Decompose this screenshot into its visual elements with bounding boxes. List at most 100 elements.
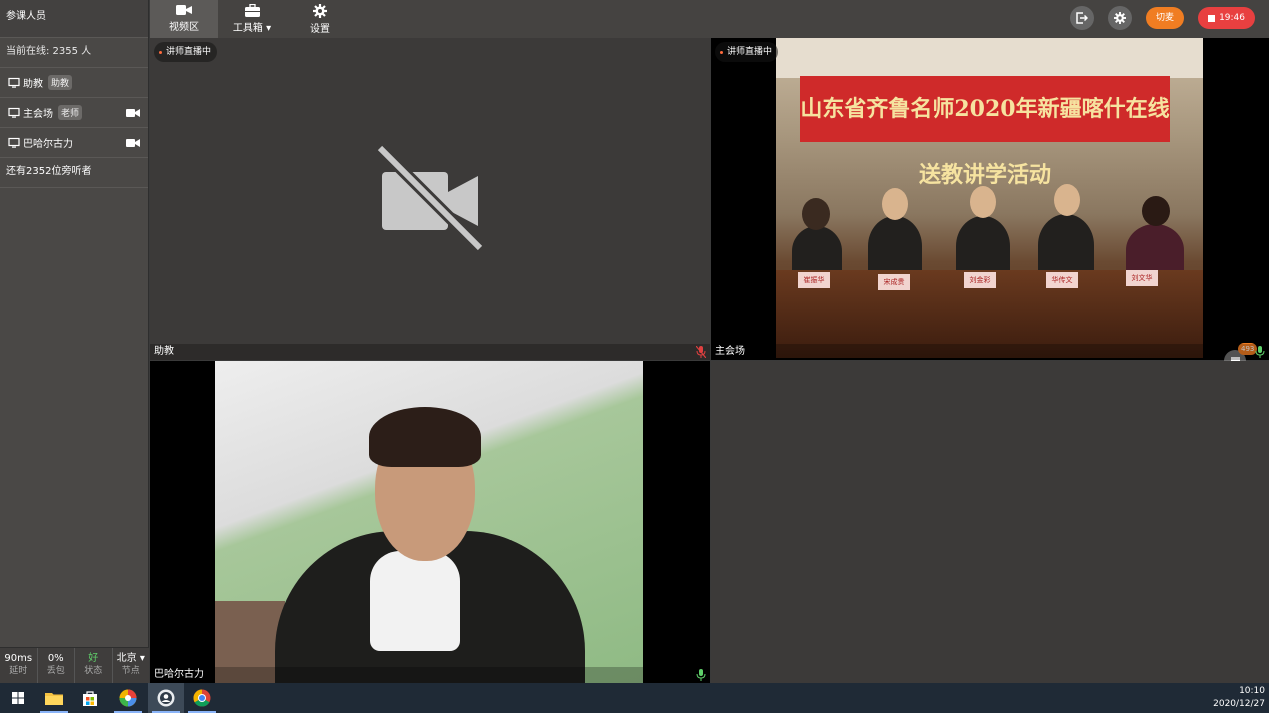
packet-loss-label: 丢包 xyxy=(46,666,65,676)
file-explorer-button[interactable] xyxy=(36,683,72,713)
color-app-button[interactable] xyxy=(110,683,146,713)
monitor-icon xyxy=(8,137,20,148)
folder-icon xyxy=(45,693,63,705)
toolbar-right-controls: 切麦 19:46 xyxy=(1056,6,1255,30)
ceiling xyxy=(776,38,1203,78)
status-value: 好 xyxy=(88,653,99,664)
briefcase-icon xyxy=(244,4,260,17)
status-stat: 好 状态 xyxy=(75,648,113,683)
clock-time: 10:10 xyxy=(1239,686,1265,696)
hair xyxy=(369,407,481,467)
nameplate: 宋成贵 xyxy=(878,274,910,290)
nameplate: 崔振华 xyxy=(798,272,830,288)
windows-taskbar: 10:10 2020/12/27 xyxy=(0,683,1269,713)
person xyxy=(868,216,922,276)
color-wheel-icon xyxy=(119,689,137,707)
person xyxy=(1038,214,1094,276)
tile-caption: 巴哈尔古力 xyxy=(150,667,710,683)
video-tile-assistant[interactable]: 讲师直播中 助教 xyxy=(150,38,710,360)
video-area-label: 视频区 xyxy=(169,22,199,33)
store-button[interactable] xyxy=(72,683,108,713)
nameplate: 华传文 xyxy=(1046,272,1078,288)
role-tag: 助教 xyxy=(48,75,73,90)
network-stats: 90ms 延时 0% 丢包 好 状态 北京 ▾ 节点 xyxy=(0,647,149,683)
live-badge: 讲师直播中 xyxy=(154,42,218,62)
mic-icon[interactable] xyxy=(696,669,706,681)
video-area-button[interactable]: 视频区 xyxy=(150,0,218,38)
participant-row-student[interactable]: 巴哈尔古力 xyxy=(0,128,148,158)
person xyxy=(956,216,1010,276)
sidebar-title: 参课人员 xyxy=(0,0,148,38)
node-label: 节点 xyxy=(121,666,140,676)
participant-name: 助教 xyxy=(23,79,43,90)
monitor-icon xyxy=(8,77,20,88)
role-tag: 老师 xyxy=(58,105,83,120)
meeting-app: 参课人员 当前在线: 2355 人 助教 助教 主会场 老师 巴哈尔古力 还有2… xyxy=(0,0,1269,683)
toolbox-label: 工具箱 ▾ xyxy=(232,23,272,34)
participant-row-assistant[interactable]: 助教 助教 xyxy=(0,68,148,98)
stop-icon xyxy=(1208,14,1216,22)
live-badge: 讲师直播中 xyxy=(715,42,779,62)
video-tile-main-hall[interactable]: 山东省齐鲁名师2020年新疆喀什在线送教讲学活动 崔振华 宋成贵 刘金彩 华传文… xyxy=(711,38,1269,360)
recording-button[interactable]: 19:46 xyxy=(1198,7,1255,29)
turtleneck xyxy=(370,551,460,651)
person xyxy=(792,226,842,276)
system-clock[interactable]: 10:10 2020/12/27 xyxy=(1213,685,1265,711)
mic-muted-icon[interactable] xyxy=(696,346,706,358)
meeting-app-icon xyxy=(157,689,175,707)
status-label: 状态 xyxy=(84,666,103,676)
person xyxy=(1126,224,1184,276)
windows-icon xyxy=(12,692,24,704)
gear-icon xyxy=(313,4,327,18)
online-count: 当前在线: 2355 人 xyxy=(0,38,148,68)
switch-mic-button[interactable]: 切麦 xyxy=(1146,7,1185,29)
top-toolbar: 视频区 工具箱 ▾ 设置 切麦 19:46 xyxy=(150,0,1269,38)
video-camera-icon[interactable] xyxy=(126,108,140,118)
settings-label: 设置 xyxy=(310,24,330,35)
video-camera-icon xyxy=(176,5,192,15)
person-head xyxy=(802,198,830,230)
packet-loss-value: 0% xyxy=(47,653,64,664)
video-tile-student[interactable]: 巴哈尔古力 xyxy=(150,361,710,683)
clock-date: 2020/12/27 xyxy=(1213,699,1265,709)
chrome-button[interactable] xyxy=(184,683,220,713)
latency-stat: 90ms 延时 xyxy=(0,648,38,683)
video-camera-icon[interactable] xyxy=(126,138,140,148)
node-selector[interactable]: 北京 ▾ 节点 xyxy=(113,648,150,683)
chrome-icon xyxy=(193,689,211,707)
video-tile-empty xyxy=(711,361,1269,683)
student-video xyxy=(215,361,643,683)
record-time: 19:46 xyxy=(1219,13,1245,23)
settings-circle-button[interactable] xyxy=(1108,6,1133,30)
main-hall-video: 山东省齐鲁名师2020年新疆喀什在线送教讲学活动 崔振华 宋成贵 刘金彩 华传文… xyxy=(776,38,1203,358)
start-button[interactable] xyxy=(0,683,36,713)
packet-loss-stat: 0% 丢包 xyxy=(38,648,75,683)
person-head xyxy=(1142,196,1170,226)
nameplate: 刘金彩 xyxy=(964,272,996,288)
participants-sidebar: 参课人员 当前在线: 2355 人 助教 助教 主会场 老师 巴哈尔古力 还有2… xyxy=(0,0,149,683)
event-banner: 山东省齐鲁名师2020年新疆喀什在线送教讲学活动 xyxy=(800,76,1170,188)
meeting-app-button[interactable] xyxy=(148,683,184,713)
monitor-icon xyxy=(8,107,20,118)
node-value: 北京 ▾ xyxy=(116,653,145,664)
participant-name: 巴哈尔古力 xyxy=(23,139,73,150)
toolbox-button[interactable]: 工具箱 ▾ xyxy=(218,0,286,38)
participant-row-main-hall[interactable]: 主会场 老师 xyxy=(0,98,148,128)
gear-icon xyxy=(1114,12,1127,24)
camera-off-icon xyxy=(376,144,484,252)
nameplate: 刘文华 xyxy=(1126,270,1158,286)
tile-caption: 主会场 xyxy=(711,344,1269,360)
listeners-count: 还有2352位旁听者 xyxy=(0,158,148,188)
latency-label: 延时 xyxy=(9,666,28,676)
store-bag-icon xyxy=(83,691,97,706)
person-head xyxy=(970,186,996,218)
person-head xyxy=(1054,184,1080,216)
mic-icon[interactable] xyxy=(1255,346,1265,358)
participant-name: 主会场 xyxy=(23,109,53,120)
latency-value: 90ms xyxy=(4,653,33,664)
tile-caption: 助教 xyxy=(150,344,710,360)
person-head xyxy=(882,188,908,220)
exit-icon xyxy=(1076,12,1089,24)
settings-button[interactable]: 设置 xyxy=(286,0,354,38)
exit-button[interactable] xyxy=(1070,6,1095,30)
